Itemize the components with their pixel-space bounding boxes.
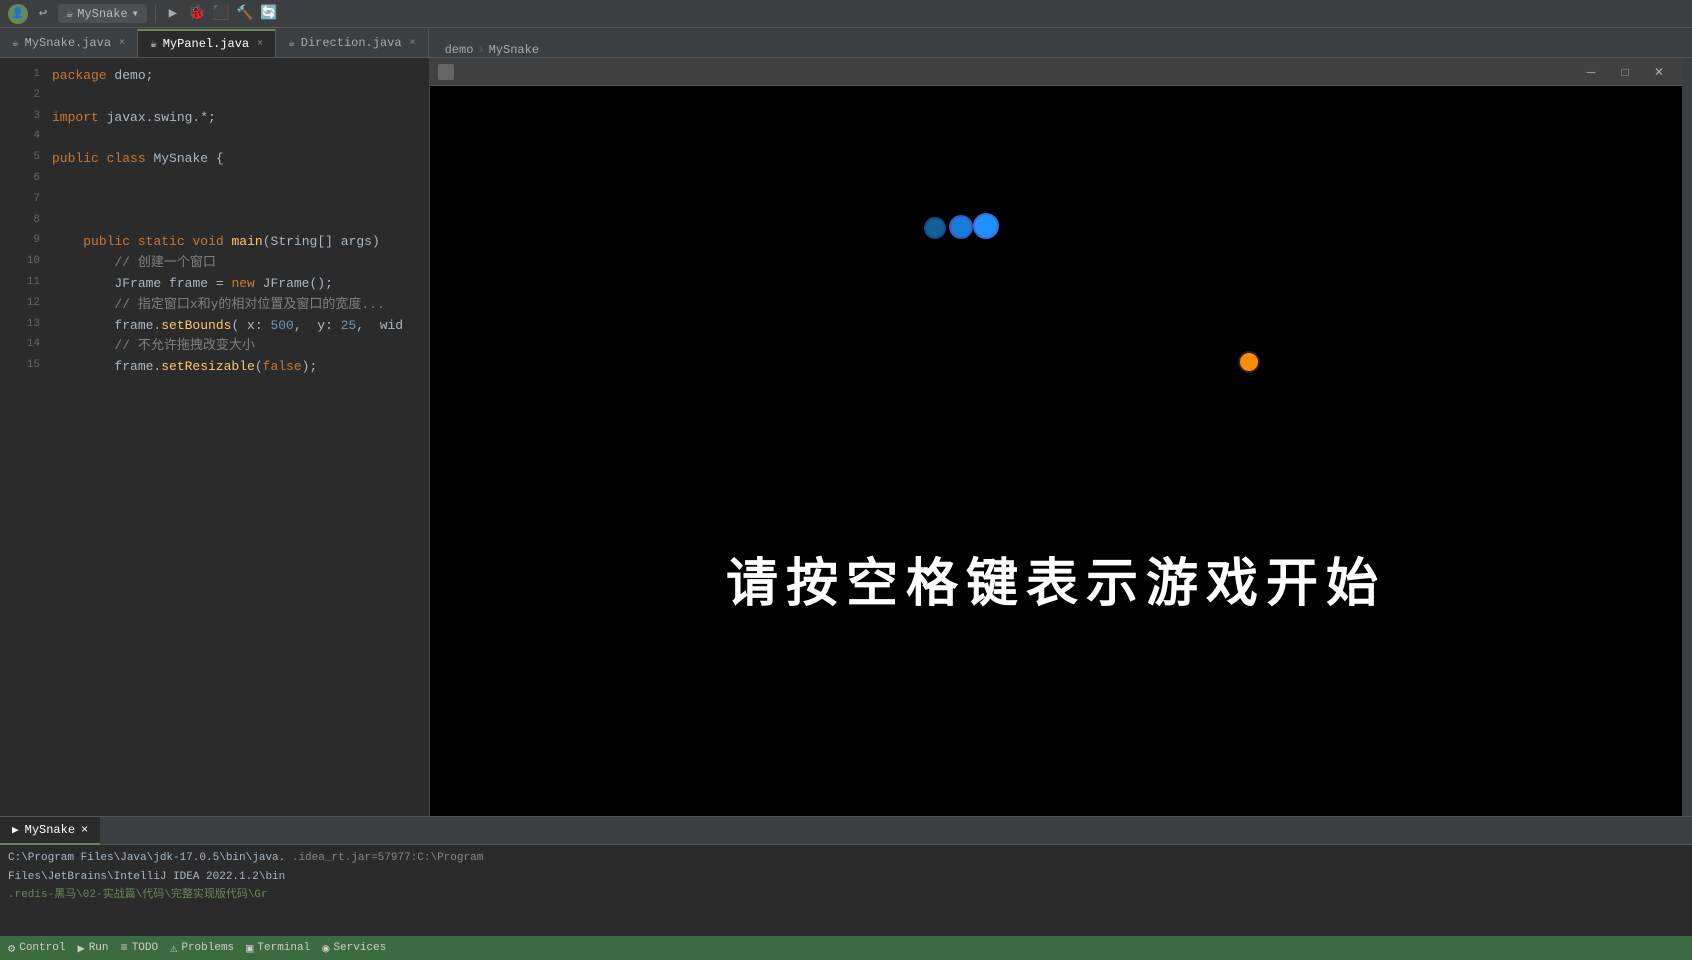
back-button[interactable]: ↩ (34, 5, 52, 23)
game-titlebar: ─ □ ✕ (430, 58, 1682, 86)
code-line-4: 4 (0, 128, 429, 149)
code-line-7: 7 (0, 191, 429, 212)
code-line-8: 8 (0, 212, 429, 233)
problems-icon: ⚠ (170, 941, 177, 956)
status-run[interactable]: ▶ Run (77, 941, 108, 956)
game-window: ─ □ ✕ 请按空格键表示游戏开始 (430, 58, 1682, 816)
project-name-display[interactable]: ☕ MySnake ▾ (58, 4, 147, 23)
status-problems[interactable]: ⚠ Problems (170, 941, 234, 956)
status-services[interactable]: ◉ Services (322, 941, 386, 956)
status-bar: ⚙ Control ▶ Run ≡ TODO ⚠ Problems ▣ Term… (0, 936, 1692, 960)
game-window-icon (438, 64, 454, 80)
code-line-12: 12 // 指定窗口x和y的相对位置及窗口的宽度... (0, 295, 429, 316)
editor-tab-bar: ☕ MySnake.java × ☕ MyPanel.java × ☕ Dire… (0, 28, 1692, 58)
tab-mypanel-java[interactable]: ☕ MyPanel.java × (138, 29, 276, 57)
close-tab-icon[interactable]: × (257, 39, 263, 50)
sync-button[interactable]: 🔄 (260, 5, 278, 23)
java-file-icon: ☕ (150, 37, 157, 51)
snake-body-2 (924, 217, 946, 239)
code-line-15: 15 frame. setResizable ( false ); (0, 357, 429, 378)
build-button[interactable]: 🔨 (236, 5, 254, 23)
code-line-1: 1 package demo; (0, 66, 429, 87)
todo-icon: ≡ (121, 941, 128, 955)
stop-button[interactable]: ⬛ (212, 5, 230, 23)
code-editor-panel: 1 package demo; 2 3 import javax.swing.*… (0, 58, 430, 816)
debug-button[interactable]: 🐞 (188, 5, 206, 23)
code-editor[interactable]: 1 package demo; 2 3 import javax.swing.*… (0, 58, 429, 816)
code-line-10: 10 // 创建一个窗口 (0, 253, 429, 274)
right-scrollbar-panel (1682, 58, 1692, 816)
snake-body-1 (949, 215, 973, 239)
close-button[interactable]: ✕ (1644, 62, 1674, 82)
maximize-button[interactable]: □ (1610, 62, 1640, 82)
run-status-icon: ▶ (77, 941, 84, 956)
control-icon: ⚙ (8, 941, 15, 956)
code-line-14: 14 // 不允许拖拽改变大小 (0, 336, 429, 357)
game-titlebar-left (438, 64, 454, 80)
services-icon: ◉ (322, 941, 329, 956)
status-todo[interactable]: ≡ TODO (121, 941, 159, 955)
game-start-text: 请按空格键表示游戏开始 (430, 541, 1682, 616)
run-output: C:\Program Files\Java\jdk-17.0.5\bin\jav… (0, 845, 1692, 936)
status-terminal[interactable]: ▣ Terminal (246, 941, 310, 956)
close-tab-icon[interactable]: × (119, 38, 125, 49)
run-panel: ▶ MySnake × C:\Program Files\Java\jdk-17… (0, 816, 1692, 936)
breadcrumb: demo › MySnake (433, 43, 551, 57)
java-file-icon: ☕ (12, 36, 19, 50)
code-line-3: 3 import javax.swing.*; (0, 108, 429, 129)
run-tab-bar: ▶ MySnake × (0, 817, 1692, 845)
minimize-button[interactable]: ─ (1576, 62, 1606, 82)
run-output-line-3: .redis-黑马\02-实战篇\代码\完整实现版代码\Gr (8, 886, 1684, 905)
food-item (1238, 351, 1260, 373)
code-line-5: 5 public class MySnake { (0, 149, 429, 170)
run-output-line-2: Files\JetBrains\IntelliJ IDEA 2022.1.2\b… (8, 868, 1684, 887)
snake-head (973, 213, 999, 239)
run-output-line-1: C:\Program Files\Java\jdk-17.0.5\bin\jav… (8, 849, 1684, 868)
run-tab-icon: ▶ (12, 823, 19, 837)
user-avatar-icon: 👤 (8, 4, 28, 24)
project-icon: ☕ (66, 6, 73, 21)
tab-direction-java[interactable]: ☕ Direction.java × (276, 29, 428, 57)
game-canvas[interactable]: 请按空格键表示游戏开始 (430, 86, 1682, 816)
tab-mysnake-java[interactable]: ☕ MySnake.java × (0, 29, 138, 57)
dropdown-icon: ▾ (132, 6, 139, 21)
terminal-icon: ▣ (246, 941, 253, 956)
status-control[interactable]: ⚙ Control (8, 941, 65, 956)
code-line-9: 9 public static void main ( String [] ar… (0, 232, 429, 253)
run-button[interactable]: ▶ (164, 5, 182, 23)
ide-toolbar: 👤 ↩ ☕ MySnake ▾ ▶ 🐞 ⬛ 🔨 🔄 (0, 0, 1692, 28)
code-line-6: 6 (0, 170, 429, 191)
toolbar-separator (155, 5, 156, 23)
bottom-area: ▶ MySnake × C:\Program Files\Java\jdk-17… (0, 816, 1692, 960)
game-window-controls: ─ □ ✕ (1576, 62, 1674, 82)
code-line-11: 11 JFrame frame = new JFrame (); (0, 274, 429, 295)
code-line-13: 13 frame. setBounds ( x: 500 , y: 25 , w… (0, 316, 429, 337)
code-line-2: 2 (0, 87, 429, 108)
run-tab-mysnake[interactable]: ▶ MySnake × (0, 817, 100, 845)
close-tab-icon[interactable]: × (410, 38, 416, 49)
java-file-icon: ☕ (288, 36, 295, 50)
main-area: 1 package demo; 2 3 import javax.swing.*… (0, 58, 1692, 816)
close-run-tab-icon[interactable]: × (81, 823, 88, 837)
